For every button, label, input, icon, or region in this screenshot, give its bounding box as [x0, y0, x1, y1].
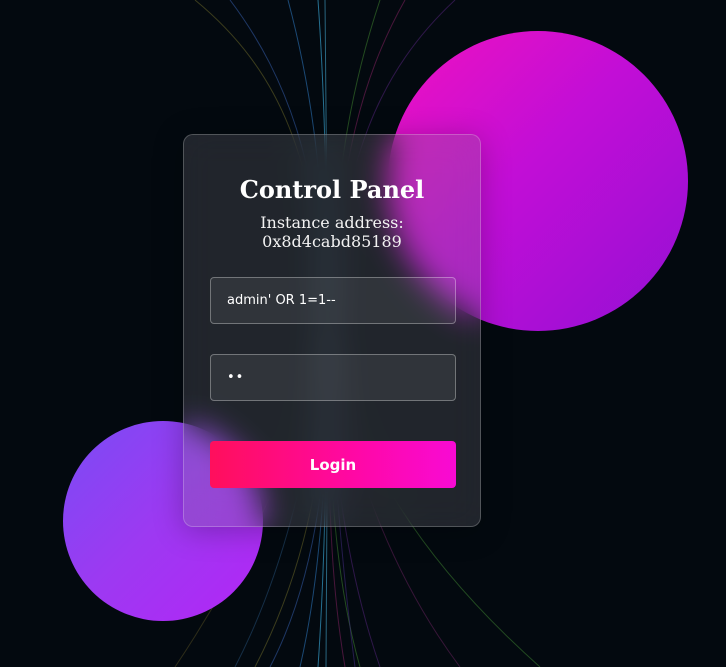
login-card: Control Panel Instance address: 0x8d4cab… [183, 134, 481, 527]
instance-label: Instance address: [260, 213, 404, 232]
login-page: Control Panel Instance address: 0x8d4cab… [0, 0, 726, 667]
page-title: Control Panel [239, 175, 425, 204]
instance-address: 0x8d4cabd85189 [262, 232, 402, 251]
password-input[interactable] [210, 354, 456, 401]
instance-info: Instance address: 0x8d4cabd85189 [184, 213, 480, 251]
login-button[interactable]: Login [210, 441, 456, 488]
username-input[interactable] [210, 277, 456, 324]
